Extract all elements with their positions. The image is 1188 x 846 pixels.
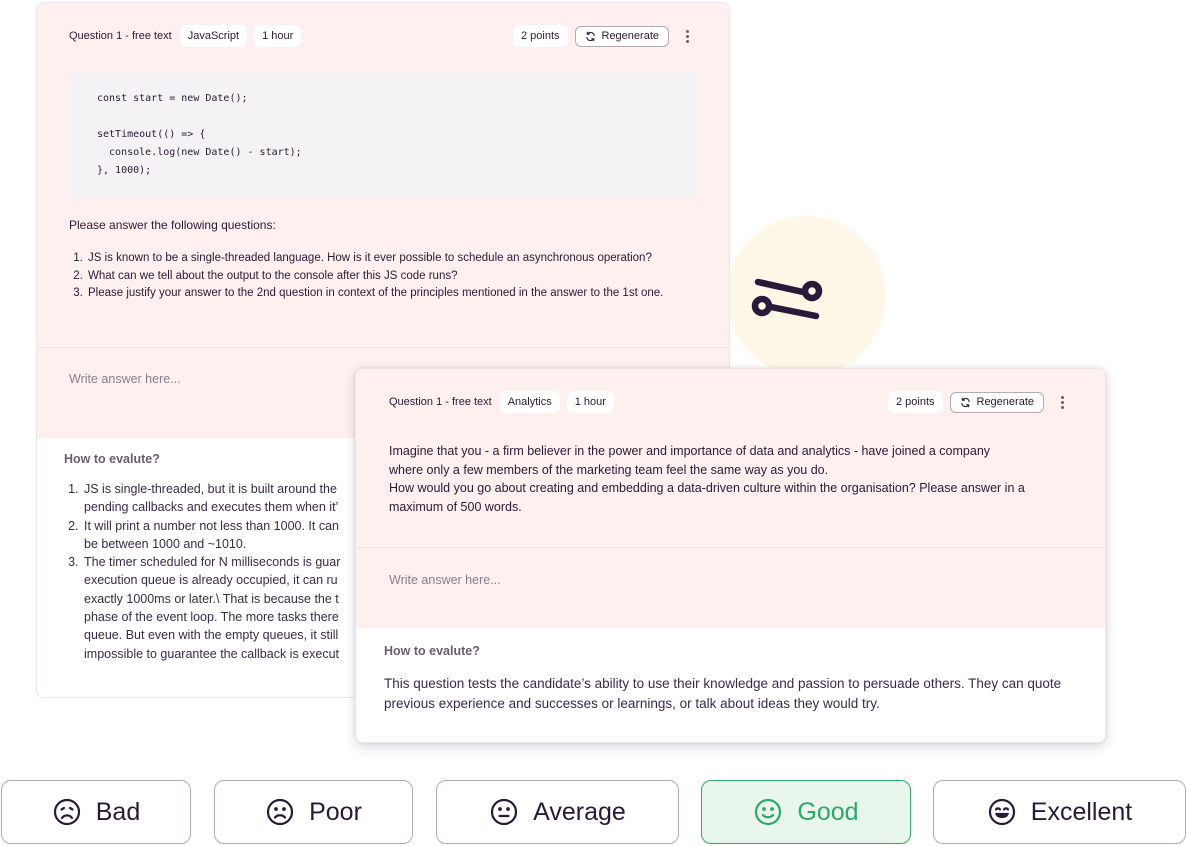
regenerate-button[interactable]: Regenerate xyxy=(574,25,669,47)
question-item: JS is known to be a single-threaded lang… xyxy=(86,250,697,268)
rating-label: Bad xyxy=(95,797,141,826)
sliders-icon xyxy=(751,278,823,320)
more-options-icon[interactable] xyxy=(677,29,697,43)
duration-pill: 1 hour xyxy=(254,25,302,47)
evaluation-title: How to evalute? xyxy=(384,644,480,658)
question-header: Question 1 - free text JavaScript 1 hour… xyxy=(69,23,697,49)
points-pill: 2 points xyxy=(512,25,568,47)
sad-face-icon xyxy=(53,798,80,826)
answer-input[interactable]: Write answer here... xyxy=(356,548,1105,628)
question-label: Question 1 - free text xyxy=(69,30,172,42)
tag-pill: JavaScript xyxy=(179,25,248,47)
question-area: Question 1 - free text Analytics 1 hour … xyxy=(356,369,1105,547)
code-line: ​ xyxy=(97,108,669,126)
question-label: Question 1 - free text xyxy=(389,396,492,408)
grin-face-icon xyxy=(988,798,1015,826)
rating-excellent-button[interactable]: Excellent xyxy=(933,780,1186,844)
rating-label: Good xyxy=(797,797,859,826)
evaluation-section: How to evalute? This question tests the … xyxy=(356,628,1105,742)
question-card-analytics: Question 1 - free text Analytics 1 hour … xyxy=(355,368,1106,743)
question-header: Question 1 - free text Analytics 1 hour … xyxy=(389,389,1072,415)
neutral-face-icon xyxy=(491,798,518,826)
refresh-icon xyxy=(960,397,970,407)
question-item: Please justify your answer to the 2nd qu… xyxy=(86,285,697,303)
tag-pill: Analytics xyxy=(499,391,560,413)
question-list: JS is known to be a single-threaded lang… xyxy=(69,250,697,303)
regenerate-label: Regenerate xyxy=(601,30,660,42)
regenerate-button[interactable]: Regenerate xyxy=(949,391,1044,413)
regenerate-label: Regenerate xyxy=(976,396,1035,408)
smile-face-icon xyxy=(755,798,782,826)
rating-good-button[interactable]: Good xyxy=(701,780,911,844)
code-block: const start = new Date(); ​ setTimeout(() … xyxy=(69,72,697,198)
question-line: maximum of 500 words. xyxy=(389,499,522,514)
question-intro: Please answer the following questions: xyxy=(69,218,276,232)
question-line: where only a few members of the marketin… xyxy=(389,462,829,477)
question-item: What can we tell about the output to the… xyxy=(86,268,697,286)
rating-bad-button[interactable]: Bad xyxy=(1,780,191,844)
evaluation-text: This question tests the candidate’s abil… xyxy=(384,676,1062,711)
question-body: Imagine that you - a firm believer in th… xyxy=(389,442,1072,516)
refresh-icon xyxy=(585,31,595,41)
code-line: console.log(new Date() - start); xyxy=(97,147,302,158)
code-line: setTimeout(() => { xyxy=(97,129,206,140)
frown-face-icon xyxy=(266,798,294,826)
points-pill: 2 points xyxy=(887,391,943,413)
rating-bar: Bad Poor Average Good Excellent xyxy=(0,780,1188,846)
rating-average-button[interactable]: Average xyxy=(436,780,679,844)
rating-poor-button[interactable]: Poor xyxy=(214,780,413,844)
question-line: How would you go about creating and embe… xyxy=(389,481,1025,495)
rating-label: Excellent xyxy=(1030,797,1133,826)
duration-pill: 1 hour xyxy=(566,391,614,413)
question-line: Imagine that you - a firm believer in th… xyxy=(389,444,991,458)
rating-label: Poor xyxy=(309,797,362,826)
question-area: Question 1 - free text JavaScript 1 hour… xyxy=(37,3,729,347)
code-line: const start = new Date(); xyxy=(97,93,248,104)
more-options-icon[interactable] xyxy=(1052,395,1072,409)
code-line: }, 1000); xyxy=(97,165,152,176)
rating-label: Average xyxy=(533,797,626,826)
